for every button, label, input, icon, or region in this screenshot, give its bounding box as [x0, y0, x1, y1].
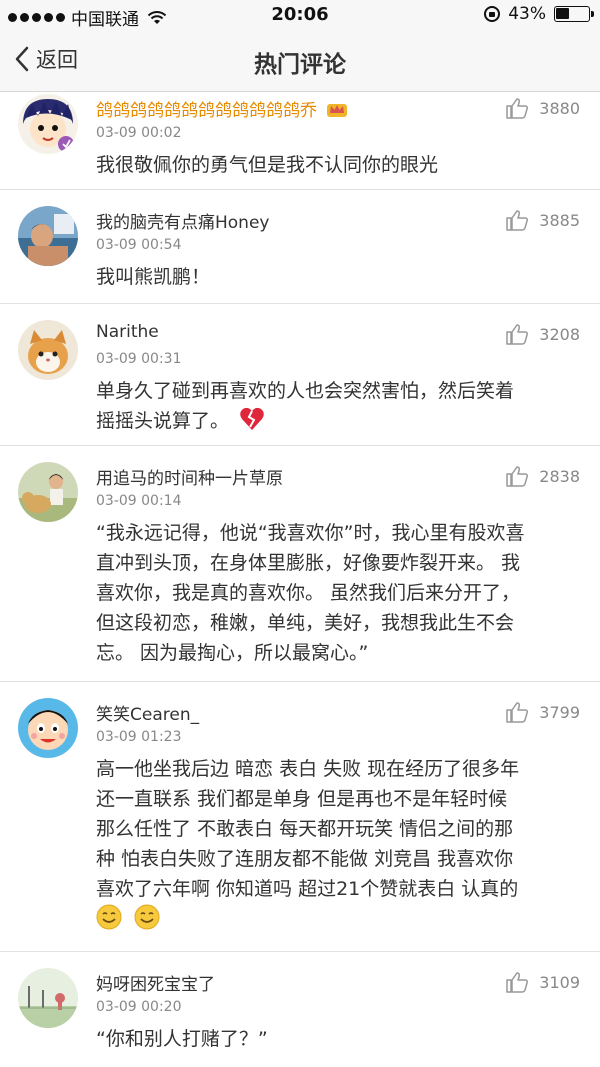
comment-line-text: 摇摇头说算了。	[96, 410, 230, 432]
like-button[interactable]: 3799	[505, 701, 580, 723]
like-count: 3208	[539, 324, 580, 344]
like-button[interactable]: 3880	[505, 97, 580, 119]
comment-text: “我永远记得，他说“我喜欢你”时，我心里有股欢喜 直冲到头顶，在身体里膨胀，好像…	[96, 518, 582, 668]
avatar[interactable]	[18, 206, 78, 266]
status-bar: 中国联通 20:06 43%	[0, 0, 600, 30]
comment-line: 我叫熊凯鹏！	[96, 266, 211, 288]
comment-text: 我叫熊凯鹏！	[96, 262, 582, 292]
avatar[interactable]	[18, 320, 78, 380]
page-title: 热门评论	[254, 52, 346, 78]
comment-item: 笑笑Cearen_ 03-09 01:23 3799 高一他坐我后边 暗恋 表白…	[0, 682, 600, 952]
thumbs-up-icon	[506, 324, 529, 345]
comment-text: 单身久了碰到再喜欢的人也会突然害怕，然后笑着 摇摇头说算了。	[96, 376, 582, 436]
comment-time: 03-09 00:20	[96, 999, 182, 1015]
comment-line: 种 怕表白失败了连朋友都不能做 刘竞昌 我喜欢你	[96, 848, 514, 870]
like-count: 2838	[539, 466, 580, 486]
comment-line: “你和别人打赌了？”	[96, 1028, 268, 1050]
comment-text: “你和别人打赌了？”	[96, 1024, 582, 1054]
comment-username[interactable]: 我的脑壳有点痛Honey	[96, 208, 269, 233]
comment-item: Narithe 03-09 00:31 3208 单身久了碰到再喜欢的人也会突然…	[0, 304, 600, 446]
comment-text: 我很敬佩你的勇气但是我不认同你的眼光	[96, 150, 582, 180]
comment-line: 还一直联系 我们都是单身 但是再也不是年轻时候	[96, 788, 508, 810]
comment-item: 妈呀困死宝宝了 03-09 00:20 3109 “你和别人打赌了？”	[0, 952, 600, 1067]
like-button[interactable]: 2838	[505, 465, 580, 487]
comment-username[interactable]: 鸽鸽鸽鸽鸽鸽鸽鸽鸽鸽鸽鸽乔	[96, 96, 348, 121]
comment-time: 03-09 00:02	[96, 125, 182, 141]
comment-text: 高一他坐我后边 暗恋 表白 失败 现在经历了很多年 还一直联系 我们都是单身 但…	[96, 754, 582, 934]
like-count: 3109	[539, 972, 580, 992]
thumbs-up-icon	[506, 972, 529, 993]
comment-line: “我永远记得，他说“我喜欢你”时，我心里有股欢喜	[96, 522, 525, 544]
avatar[interactable]	[18, 94, 78, 154]
crown-icon	[327, 104, 348, 117]
thumbs-up-icon	[506, 702, 529, 723]
broken-heart-icon	[240, 407, 264, 430]
comment-line: 单身久了碰到再喜欢的人也会突然害怕，然后笑着	[96, 380, 515, 402]
smile-emoji-icon	[96, 904, 122, 930]
comment-username[interactable]: 用追马的时间种一片草原	[96, 464, 283, 489]
comment-line: 我很敬佩你的勇气但是我不认同你的眼光	[96, 154, 439, 176]
comment-username[interactable]: 妈呀困死宝宝了	[96, 970, 215, 995]
comment-line: 喜欢了六年啊 你知道吗 超过21个赞就表白 认真的	[96, 878, 519, 900]
emoji-line	[96, 904, 582, 934]
comment-list: 鸽鸽鸽鸽鸽鸽鸽鸽鸽鸽鸽鸽乔 03-09 00:02 3880 我很敬佩你的勇气但…	[0, 92, 600, 1067]
smile-emoji-icon	[134, 904, 160, 930]
thumbs-up-icon	[506, 210, 529, 231]
like-button[interactable]: 3109	[505, 971, 580, 993]
rotation-lock-icon	[484, 6, 501, 22]
comment-item: 我的脑壳有点痛Honey 03-09 00:54 3885 我叫熊凯鹏！	[0, 190, 600, 304]
comment-item: 鸽鸽鸽鸽鸽鸽鸽鸽鸽鸽鸽鸽乔 03-09 00:02 3880 我很敬佩你的勇气但…	[0, 92, 600, 190]
comment-time: 03-09 00:14	[96, 493, 182, 509]
comment-item: 用追马的时间种一片草原 03-09 00:14 2838 “我永远记得，他说“我…	[0, 446, 600, 682]
like-count: 3799	[539, 702, 580, 722]
battery-icon	[554, 6, 594, 22]
thumbs-up-icon	[506, 466, 529, 487]
comment-time: 03-09 00:31	[96, 351, 182, 367]
avatar[interactable]	[18, 462, 78, 522]
like-button[interactable]: 3208	[505, 323, 580, 345]
avatar[interactable]	[18, 698, 78, 758]
comment-line: 那么任性了 不敢表白 每天都开玩笑 情侣之间的那	[96, 818, 514, 840]
comment-line: 但这段初恋，稚嫩，单纯，美好，我想我此生不会	[96, 612, 515, 634]
comment-username[interactable]: 笑笑Cearen_	[96, 700, 199, 725]
status-right: 43%	[484, 4, 594, 24]
comment-line: 喜欢你，我是真的喜欢你。 虽然我们后来分开了，	[96, 582, 521, 604]
like-count: 3880	[539, 98, 580, 118]
thumbs-up-icon	[506, 98, 529, 119]
comment-username-text: 鸽鸽鸽鸽鸽鸽鸽鸽鸽鸽鸽鸽乔	[96, 101, 317, 121]
comment-line: 直冲到头顶，在身体里膨胀，好像要炸裂开来。 我	[96, 552, 521, 574]
like-count: 3885	[539, 210, 580, 230]
comment-time: 03-09 01:23	[96, 729, 182, 745]
navigation-bar: 返回 热门评论	[0, 30, 600, 92]
comment-username[interactable]: Narithe	[96, 322, 159, 342]
comment-line: 忘。 因为最掏心，所以最窝心。”	[96, 642, 369, 664]
comment-time: 03-09 00:54	[96, 237, 182, 253]
battery-percent: 43%	[508, 4, 546, 24]
like-button[interactable]: 3885	[505, 209, 580, 231]
avatar[interactable]	[18, 968, 78, 1028]
comment-line: 高一他坐我后边 暗恋 表白 失败 现在经历了很多年	[96, 758, 520, 780]
comment-line-with-emoji: 摇摇头说算了。	[96, 406, 582, 436]
